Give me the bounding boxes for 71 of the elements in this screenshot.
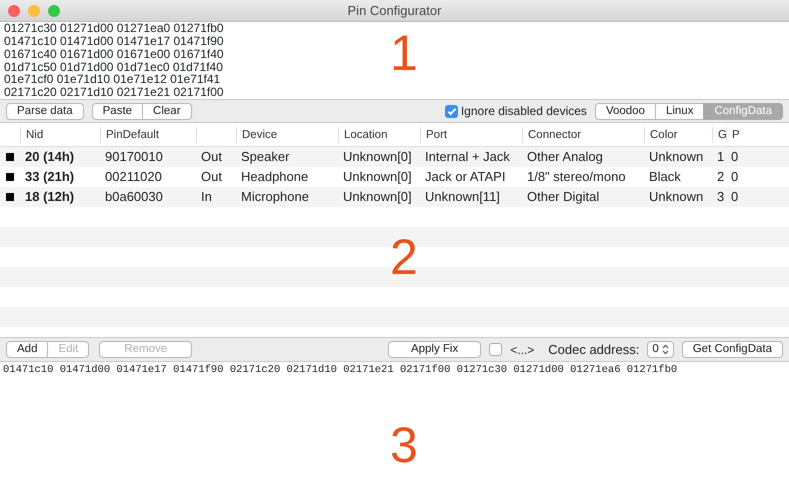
column-header: Color [644, 126, 712, 142]
input-line: 01e71cf0 01e71d10 01e71e12 01e71f41 [4, 73, 222, 86]
checkbox-label: Ignore disabled devices [460, 103, 587, 120]
minimize-button[interactable] [28, 5, 40, 17]
table-cell-text: Unknown[11] [424, 188, 501, 206]
row-marker-icon [6, 173, 14, 181]
table-cell-text: Microphone [240, 188, 310, 206]
table-cell-text: 0 [730, 188, 740, 206]
table-cell-text: Out [200, 148, 223, 166]
table-cell-text: Other Analog [526, 148, 604, 166]
codec-address-stepper[interactable]: 0 [647, 341, 674, 358]
table-cell-text: Unknown[0] [342, 188, 413, 206]
table-cell-text: 3 [716, 188, 726, 206]
window-title: Pin Configurator [348, 2, 442, 20]
input-line: 01271c30 01271d00 01271ea0 01271fb0 [4, 22, 225, 36]
table-cell-text: 33 (21h) [24, 168, 76, 186]
stepper-arrows-icon[interactable] [662, 344, 669, 355]
table-cell-text: Speaker [240, 148, 290, 166]
table-cell-text: 0 [730, 168, 740, 186]
table-cell-text: Unknown [648, 188, 704, 206]
format-tab[interactable]: Voodoo [594, 102, 656, 120]
column-header: Nid [20, 126, 100, 142]
format-tab[interactable]: Linux [654, 102, 704, 120]
table-cell-text: Out [200, 168, 223, 186]
parse-button[interactable]: Parse data [6, 102, 84, 120]
column-header: G [712, 126, 726, 142]
input-line: 01d71c50 01d71d00 01d71ec0 01d71f40 [4, 60, 224, 74]
table-cell-text: 20 (14h) [24, 148, 76, 166]
paste-button[interactable]: Paste [92, 102, 144, 120]
table-cell-text: 1 [716, 148, 726, 166]
zoom-button[interactable] [48, 5, 60, 17]
checkbox-label: <...> [510, 342, 534, 358]
table-cell-text: Unknown[0] [342, 148, 413, 166]
input-line: 02171c20 02171d10 02171e21 02171f00 [4, 86, 225, 99]
table-cell-text: 0 [730, 148, 740, 166]
table-cell-text: 90170010 [104, 148, 164, 166]
column-header: Device [236, 126, 338, 142]
input-line: 01671c40 01671d00 01671e00 01671f40 [4, 48, 225, 61]
close-button[interactable] [8, 5, 20, 17]
column-header: Location [338, 126, 420, 142]
row-marker-icon [6, 193, 14, 201]
table-cell-text: b0a60030 [104, 188, 164, 206]
table-cell-text: Internal + Jack [424, 148, 511, 166]
table-cell-text: 1/8" stereo/mono [526, 168, 627, 186]
table-cell-text: Unknown [648, 148, 704, 166]
annotation-number: 3 [390, 420, 418, 470]
table-cell-text: 18 (12h) [24, 188, 76, 206]
table-cell-text: 2 [716, 168, 726, 186]
toolbar-button[interactable]: Add [6, 341, 48, 358]
input-line: 01471c10 01471d00 01471e17 01471f90 [4, 35, 225, 48]
checkbox[interactable] [489, 343, 502, 356]
row-marker-icon [6, 153, 14, 161]
column-header: Port [420, 126, 522, 142]
get-configdata-button[interactable]: Get ConfigData [682, 341, 783, 358]
table-cell-text: Black [648, 168, 682, 186]
table-cell-text: 00211020 [104, 168, 163, 186]
annotation-number: 2 [390, 232, 418, 282]
table-cell-text: Headphone [240, 168, 310, 186]
apply-fix-button[interactable]: Apply Fix [388, 341, 482, 358]
clear-button[interactable]: Clear [142, 102, 192, 120]
column-header: PinDefault [100, 126, 196, 142]
table-cell-text: Jack or ATAPI [424, 168, 506, 186]
table-cell-text: In [200, 188, 213, 206]
codec-address-label: Codec address: [548, 340, 640, 359]
annotation-number: 1 [390, 28, 418, 78]
checkbox[interactable] [444, 104, 458, 118]
column-header: Connector [522, 126, 644, 142]
column-header: P [726, 126, 746, 142]
config-input[interactable] [0, 22, 789, 99]
table-cell-text: Other Digital [526, 188, 600, 206]
table-cell-text: Unknown[0] [342, 168, 413, 186]
